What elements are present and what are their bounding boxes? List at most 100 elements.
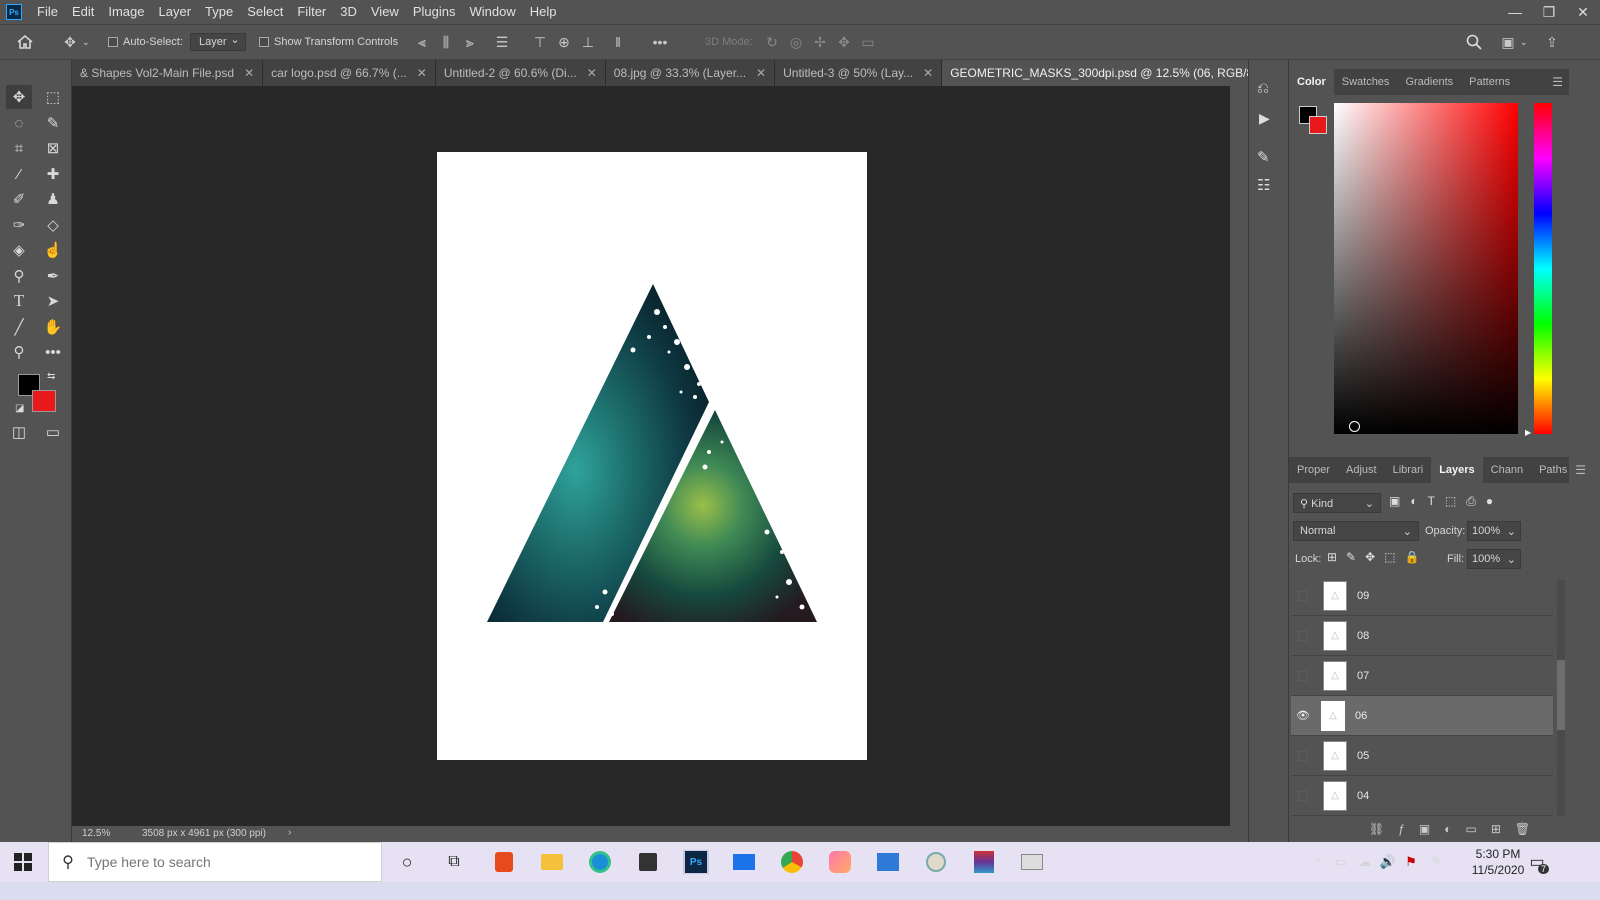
chrome-icon[interactable] (779, 850, 805, 874)
align-top-icon[interactable]: ⊤ (528, 34, 552, 51)
hue-slider-handle[interactable]: ▶ (1525, 428, 1531, 437)
close-tab-icon[interactable]: ✕ (244, 60, 254, 86)
menu-file[interactable]: File (30, 0, 65, 24)
history-brush-tool-icon[interactable]: ✑ (6, 213, 32, 237)
layer-row[interactable]: △ 09 (1291, 576, 1553, 616)
brush-tool-icon[interactable]: ✐ (6, 187, 32, 211)
menu-help[interactable]: Help (523, 0, 564, 24)
paint-bucket-tool-icon[interactable]: ◈ (6, 238, 32, 262)
smudge-tool-icon[interactable]: ☝ (40, 238, 66, 262)
opacity-field[interactable]: 100% ⌄ (1467, 521, 1521, 541)
color-field[interactable] (1334, 103, 1518, 434)
slide-3d-icon[interactable]: ✥ (832, 34, 856, 51)
document-tab[interactable]: 08.jpg @ 33.3% (Layer... ✕ (605, 60, 776, 86)
camera-3d-icon[interactable]: ▭ (856, 34, 880, 51)
home-icon[interactable] (16, 25, 34, 59)
layer-filter-dropdown[interactable]: ⚲ Kind ⌄ (1293, 493, 1381, 513)
restore-button[interactable]: ❐ (1532, 4, 1566, 21)
photoshop-taskbar-icon[interactable]: Ps (683, 850, 709, 874)
menu-edit[interactable]: Edit (65, 0, 101, 24)
marquee-tool-icon[interactable]: ⬚ (40, 85, 66, 109)
paint-icon[interactable] (923, 850, 949, 874)
menu-image[interactable]: Image (101, 0, 151, 24)
quick-mask-icon[interactable]: ◫ (6, 420, 32, 444)
align-left-icon[interactable]: ⫷ (410, 34, 434, 51)
align-center-icon[interactable]: ⫼ (434, 34, 458, 51)
fill-field[interactable]: 100% ⌄ (1467, 549, 1521, 569)
panel-menu-icon[interactable]: ☰ (1575, 463, 1586, 477)
path-selection-tool-icon[interactable]: ➤ (40, 289, 66, 313)
menu-view[interactable]: View (364, 0, 406, 24)
layers-footer-buttons[interactable]: ⛓ƒ▣◐▭⊞🗑 (1369, 822, 1544, 836)
document-tab-active[interactable]: GEOMETRIC_MASKS_300dpi.psd @ 12.5% (06, … (942, 60, 1295, 86)
eye-icon[interactable]: 👁 (1291, 709, 1315, 722)
distribute-vertical-icon[interactable]: ‖ (606, 34, 630, 50)
layer-filter-icons[interactable]: ▣◐T⬚⎙● (1389, 494, 1503, 509)
task-view-icon[interactable]: ⧉ (441, 850, 467, 874)
tab-libraries[interactable]: Librari (1385, 457, 1432, 483)
antivirus-icon[interactable]: ⚑ (1398, 850, 1424, 874)
pan-3d-icon[interactable]: ✢ (808, 34, 832, 51)
type-tool-icon[interactable]: T (6, 289, 32, 313)
orbit-3d-icon[interactable]: ↻ (760, 34, 784, 51)
layer-visibility-toggle[interactable] (1298, 670, 1308, 681)
document-canvas[interactable] (437, 152, 867, 760)
mail-icon[interactable] (731, 850, 757, 874)
tab-paths[interactable]: Paths (1531, 457, 1575, 483)
move-tool-preset-icon[interactable]: ✥ ⌄ (58, 25, 89, 59)
frame-tool-icon[interactable]: ⊠ (40, 136, 66, 160)
show-transform-checkbox[interactable]: Show Transform Controls (259, 25, 398, 59)
hand-tool-icon[interactable]: ✋ (40, 315, 66, 339)
eyedropper-tool-icon[interactable]: ⁄ (6, 162, 32, 186)
quick-selection-tool-icon[interactable]: ✎ (40, 111, 66, 135)
taskbar-clock[interactable]: 5:30 PM 11/5/2020 (1468, 846, 1528, 878)
edit-toolbar-icon[interactable]: ••• (40, 340, 66, 364)
clone-stamp-tool-icon[interactable]: ♟ (40, 187, 66, 211)
color-picker-handle[interactable] (1349, 421, 1360, 432)
layer-row[interactable]: △ 04 (1291, 776, 1553, 816)
taskbar-search[interactable]: ⚲ (48, 842, 382, 882)
photos-app-icon[interactable] (827, 850, 853, 874)
document-tab[interactable]: Untitled-3 @ 50% (Lay... ✕ (775, 60, 943, 86)
layer-row[interactable]: △ 05 (1291, 736, 1553, 776)
document-tab[interactable]: & Shapes Vol2-Main File.psd ✕ (72, 60, 264, 86)
edge-icon[interactable] (587, 850, 613, 874)
search-icon[interactable] (1466, 25, 1482, 59)
adjustments-icon[interactable]: ☷ (1257, 176, 1270, 194)
store-icon[interactable] (635, 850, 661, 874)
document-tab[interactable]: car logo.psd @ 66.7% (... ✕ (263, 60, 436, 86)
background-color-swatch[interactable] (32, 390, 56, 412)
cortana-icon[interactable]: ○ (394, 850, 420, 874)
actions-panel-icon[interactable]: ▶ (1259, 110, 1270, 127)
menu-plugins[interactable]: Plugins (406, 0, 463, 24)
history-panel-icon[interactable]: ⎌ (1257, 80, 1269, 97)
menu-layer[interactable]: Layer (152, 0, 199, 24)
tab-layers[interactable]: Layers (1431, 457, 1483, 483)
close-tab-icon[interactable]: ✕ (923, 60, 933, 86)
distribute-icon[interactable]: ☰ (490, 34, 514, 51)
workspace-icon[interactable]: ▣ ⌄ (1496, 25, 1527, 59)
align-bottom-icon[interactable]: ⊥ (576, 34, 600, 51)
network-icon[interactable]: ▭ (1328, 850, 1354, 874)
move-tool-icon[interactable]: ✥ (6, 85, 32, 109)
tab-channels[interactable]: Chann (1483, 457, 1531, 483)
menu-3d[interactable]: 3D (333, 0, 364, 24)
tab-swatches[interactable]: Swatches (1334, 69, 1398, 95)
align-middle-icon[interactable]: ⊕ (552, 34, 576, 51)
document-tab[interactable]: Untitled-2 @ 60.6% (Di... ✕ (435, 60, 606, 86)
tab-patterns[interactable]: Patterns (1461, 69, 1518, 95)
menu-type[interactable]: Type (198, 0, 240, 24)
menu-filter[interactable]: Filter (290, 0, 333, 24)
tab-adjustments[interactable]: Adjust (1338, 457, 1385, 483)
office-icon[interactable] (491, 850, 517, 874)
roll-3d-icon[interactable]: ◎ (784, 34, 808, 51)
tab-properties[interactable]: Proper (1289, 457, 1338, 483)
layer-row[interactable]: △ 08 (1291, 616, 1553, 656)
close-tab-icon[interactable]: ✕ (756, 60, 766, 86)
notifications-icon[interactable]: ▭ 7 (1524, 850, 1550, 874)
layer-row-selected[interactable]: 👁 △ 06 (1291, 696, 1553, 736)
share-icon[interactable]: ⇪ (1540, 25, 1564, 59)
file-explorer-icon[interactable] (539, 850, 565, 874)
minimize-button[interactable]: — (1498, 4, 1532, 21)
more-options-icon[interactable]: ••• (648, 34, 672, 50)
